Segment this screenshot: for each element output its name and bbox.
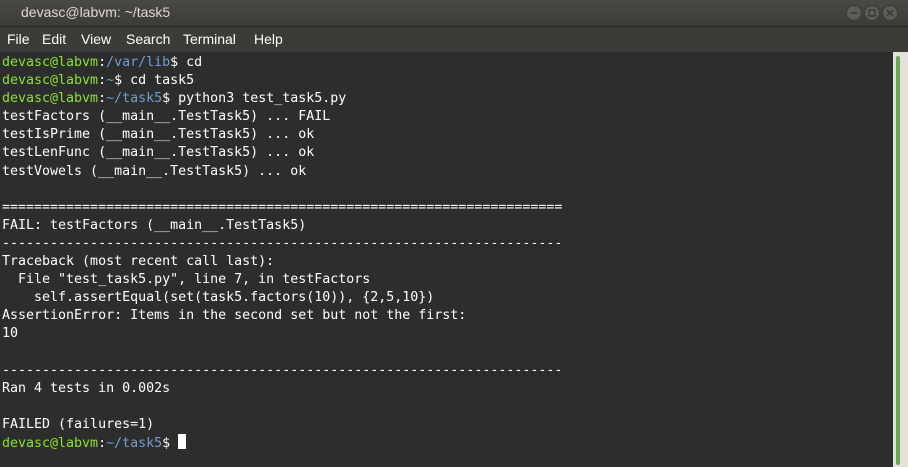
output-line: ----------------------------------------…	[2, 235, 563, 251]
output-line: 10	[2, 326, 19, 342]
menu-search[interactable]: Search	[126, 30, 170, 48]
output-line: testIsPrime (__main__.TestTask5) ... ok	[2, 127, 315, 143]
terminal-output-area[interactable]: devasc@labvm:/var/lib$ cd devasc@labvm:~$…	[0, 52, 893, 467]
command-text: python3 test_task5.py	[178, 91, 347, 107]
output-line: testVowels (__main__.TestTask5) ... ok	[2, 163, 307, 179]
window-title: devasc@labvm: ~/task5	[21, 4, 171, 20]
output-line: testLenFunc (__main__.TestTask5) ... ok	[2, 145, 315, 161]
maximize-icon	[868, 9, 876, 17]
command-text: cd	[186, 55, 203, 70]
output-line: ----------------------------------------…	[2, 362, 563, 378]
close-button[interactable]	[882, 5, 898, 21]
prompt-user: devasc@labvm	[2, 91, 99, 107]
command-text: cd task5	[130, 73, 195, 89]
prompt-path: ~	[106, 73, 115, 89]
menu-terminal[interactable]: Terminal	[183, 30, 236, 48]
menu-edit[interactable]: Edit	[42, 30, 66, 48]
prompt-path: ~/task5	[106, 435, 163, 451]
scrollbar-thumb[interactable]	[896, 56, 900, 465]
output-line: AssertionError: Items in the second set …	[2, 308, 467, 324]
output-line: testFactors (__main__.TestTask5) ... FAI…	[2, 109, 331, 125]
prompt-line: devasc@labvm:~$ cd task5	[2, 72, 562, 90]
prompt-dollar: $	[162, 91, 179, 107]
terminal-cursor	[178, 433, 187, 449]
prompt-line: devasc@labvm:~/task5$ python3 test_task5…	[2, 90, 562, 108]
output-line: ========================================…	[2, 199, 563, 215]
prompt-dollar: $	[170, 55, 187, 70]
prompt-user: devasc@labvm	[2, 435, 99, 451]
minimize-button[interactable]	[846, 5, 862, 21]
output-line: self.assertEqual(set(task5.factors(10)),…	[2, 290, 435, 306]
terminal-window: devasc@labvm: ~/task5 File Edit View Sea…	[0, 0, 908, 467]
prompt-user: devasc@labvm	[2, 73, 99, 89]
output-line: File "test_task5.py", line 7, in testFac…	[2, 272, 371, 288]
output-line: Traceback (most recent call last):	[2, 254, 275, 270]
menu-help[interactable]: Help	[254, 30, 283, 48]
prompt-path: ~/task5	[106, 91, 163, 107]
output-line: Ran 4 tests in 0.002s	[2, 380, 171, 396]
prompt-separator: :	[98, 55, 107, 70]
close-icon	[886, 9, 894, 17]
prompt-dollar: $	[162, 435, 179, 451]
output-line: FAILED (failures=1)	[2, 416, 155, 432]
scrollbar[interactable]	[893, 52, 908, 467]
prompt-line: devasc@labvm:/var/lib$ cd	[2, 54, 562, 72]
minimize-icon	[851, 12, 857, 14]
menu-file[interactable]: File	[7, 30, 30, 48]
prompt-dollar: $	[114, 73, 131, 89]
menu-bar: File Edit View Search Terminal Help	[0, 27, 908, 52]
prompt-separator: :	[98, 435, 107, 451]
maximize-button[interactable]	[864, 5, 880, 21]
menu-view[interactable]: View	[81, 30, 111, 48]
prompt-user: devasc@labvm	[2, 55, 99, 70]
prompt-separator: :	[98, 91, 107, 107]
prompt-line: devasc@labvm:~/task5$	[2, 433, 562, 452]
prompt-separator: :	[98, 73, 107, 89]
prompt-path: /var/lib	[106, 55, 171, 70]
title-bar[interactable]: devasc@labvm: ~/task5	[0, 0, 908, 27]
terminal-text: devasc@labvm:/var/lib$ cd devasc@labvm:~$…	[2, 54, 562, 452]
output-line: FAIL: testFactors (__main__.TestTask5)	[2, 217, 307, 233]
